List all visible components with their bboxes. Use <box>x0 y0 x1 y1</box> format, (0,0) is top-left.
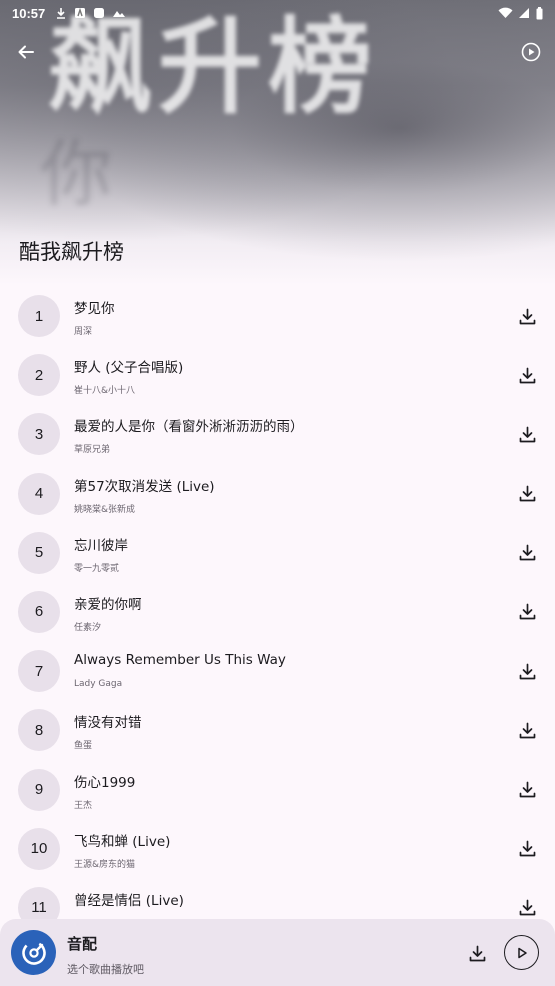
song-artist: 崔十八&小十八 <box>74 386 136 397</box>
rank-badge: 3 <box>18 413 60 456</box>
rank-badge: 6 <box>18 590 60 633</box>
player-play-button[interactable] <box>504 935 539 970</box>
song-artist: 王源&房东的猫 <box>74 859 136 870</box>
song-row[interactable]: 6 亲爱的你啊 任素汐 <box>0 583 555 642</box>
download-icon <box>519 426 535 443</box>
song-row[interactable]: 7 Always Remember Us This Way Lady Gaga <box>0 642 555 701</box>
download-icon <box>469 945 485 961</box>
song-artist: 姚晓棠&张新成 <box>74 504 136 515</box>
song-row[interactable]: 10 飞鸟和蝉 (Live) 王源&房东的猫 <box>0 820 555 879</box>
download-button[interactable] <box>517 543 537 563</box>
download-button[interactable] <box>517 484 537 504</box>
battery-icon <box>536 6 543 19</box>
song-row[interactable]: 4 第57次取消发送 (Live) 姚晓棠&张新成 <box>0 465 555 524</box>
player-title: 音配 <box>67 935 98 953</box>
download-button[interactable] <box>517 306 537 326</box>
download-icon <box>519 308 535 324</box>
back-button[interactable] <box>12 38 40 66</box>
song-title: 梦见你 <box>74 301 115 317</box>
song-title: 曾经是情侣 (Live) <box>74 892 184 909</box>
app-logo[interactable] <box>11 930 56 975</box>
song-title: 第57次取消发送 (Live) <box>74 478 215 495</box>
song-row[interactable]: 8 情没有对错 鱼蛋 <box>0 701 555 760</box>
song-list: 1 梦见你 周深 2 野人 (父子合唱版) 崔十八&小十八 3 最爱的人是你（看… <box>0 287 555 938</box>
song-title: 亲爱的你啊 <box>74 596 142 613</box>
rank-badge: 1 <box>18 295 60 337</box>
status-bar: 10:57 <box>0 0 555 26</box>
song-title: 最爱的人是你（看窗外淅淅沥沥的雨） <box>74 419 304 436</box>
rank-badge: 2 <box>18 354 60 397</box>
download-icon <box>519 604 535 620</box>
status-system-icons <box>498 6 543 20</box>
arrow-left-icon <box>18 45 34 59</box>
app-status-icon <box>75 7 86 18</box>
download-icon <box>519 663 535 679</box>
song-title: Always Remember Us This Way <box>74 652 286 669</box>
play-icon <box>517 947 527 958</box>
player-download-button[interactable] <box>467 943 487 963</box>
download-button[interactable] <box>517 720 537 740</box>
song-row[interactable]: 5 忘川彼岸 零一九零贰 <box>0 524 555 583</box>
player-subtitle: 选个歌曲播放吧 <box>67 963 144 976</box>
rank-badge: 5 <box>18 531 60 574</box>
page-title: 酷我飙升榜 <box>19 240 124 264</box>
song-row[interactable]: 9 伤心1999 王杰 <box>0 761 555 820</box>
song-artist: 零一九零贰 <box>74 563 120 574</box>
download-icon <box>519 367 535 384</box>
song-title: 野人 (父子合唱版) <box>74 360 184 377</box>
download-icon <box>519 781 535 798</box>
download-status-icon <box>57 8 66 19</box>
play-all-button[interactable] <box>519 40 543 64</box>
mini-player[interactable]: 音配 选个歌曲播放吧 <box>0 919 555 986</box>
header-cover: 飙升榜 你 10:57 酷我飙升榜 <box>0 0 555 285</box>
download-button[interactable] <box>517 839 537 859</box>
photo-status-icon <box>113 11 126 17</box>
rank-badge: 8 <box>18 709 60 752</box>
song-artist: 周深 <box>74 327 93 337</box>
play-circle-icon <box>521 42 541 62</box>
download-button[interactable] <box>517 602 537 622</box>
signal-icon <box>519 8 529 18</box>
square-status-icon <box>94 8 105 18</box>
rank-badge: 7 <box>18 650 60 693</box>
song-artist: 王杰 <box>74 800 93 811</box>
download-button[interactable] <box>517 365 537 385</box>
music-disc-icon <box>21 940 46 965</box>
status-notification-icons <box>55 7 126 19</box>
download-icon <box>519 544 535 561</box>
song-artist: Lady Gaga <box>74 679 123 690</box>
download-button[interactable] <box>517 661 537 681</box>
download-button[interactable] <box>517 780 537 800</box>
download-icon <box>519 722 535 739</box>
song-title: 忘川彼岸 <box>74 537 128 554</box>
download-icon <box>519 840 535 857</box>
download-icon <box>519 485 535 502</box>
wifi-icon <box>498 7 513 19</box>
song-artist: 鱼蛋 <box>74 741 93 752</box>
song-row[interactable]: 2 野人 (父子合唱版) 崔十八&小十八 <box>0 346 555 405</box>
rank-badge: 9 <box>18 768 60 811</box>
song-row[interactable]: 1 梦见你 周深 <box>0 287 555 346</box>
download-button[interactable] <box>517 424 537 444</box>
song-artist: 任素汐 <box>74 622 102 633</box>
song-title: 伤心1999 <box>74 774 136 791</box>
song-title: 情没有对错 <box>74 715 142 732</box>
song-artist: 草原兄弟 <box>74 445 111 456</box>
cover-image-subtext: 你 <box>40 132 113 216</box>
rank-badge: 4 <box>18 472 60 515</box>
rank-badge: 10 <box>18 827 60 870</box>
download-icon <box>519 900 535 916</box>
download-button[interactable] <box>517 898 537 918</box>
status-time: 10:57 <box>12 5 46 21</box>
song-title: 飞鸟和蝉 (Live) <box>74 833 171 850</box>
song-row[interactable]: 3 最爱的人是你（看窗外淅淅沥沥的雨） 草原兄弟 <box>0 405 555 464</box>
